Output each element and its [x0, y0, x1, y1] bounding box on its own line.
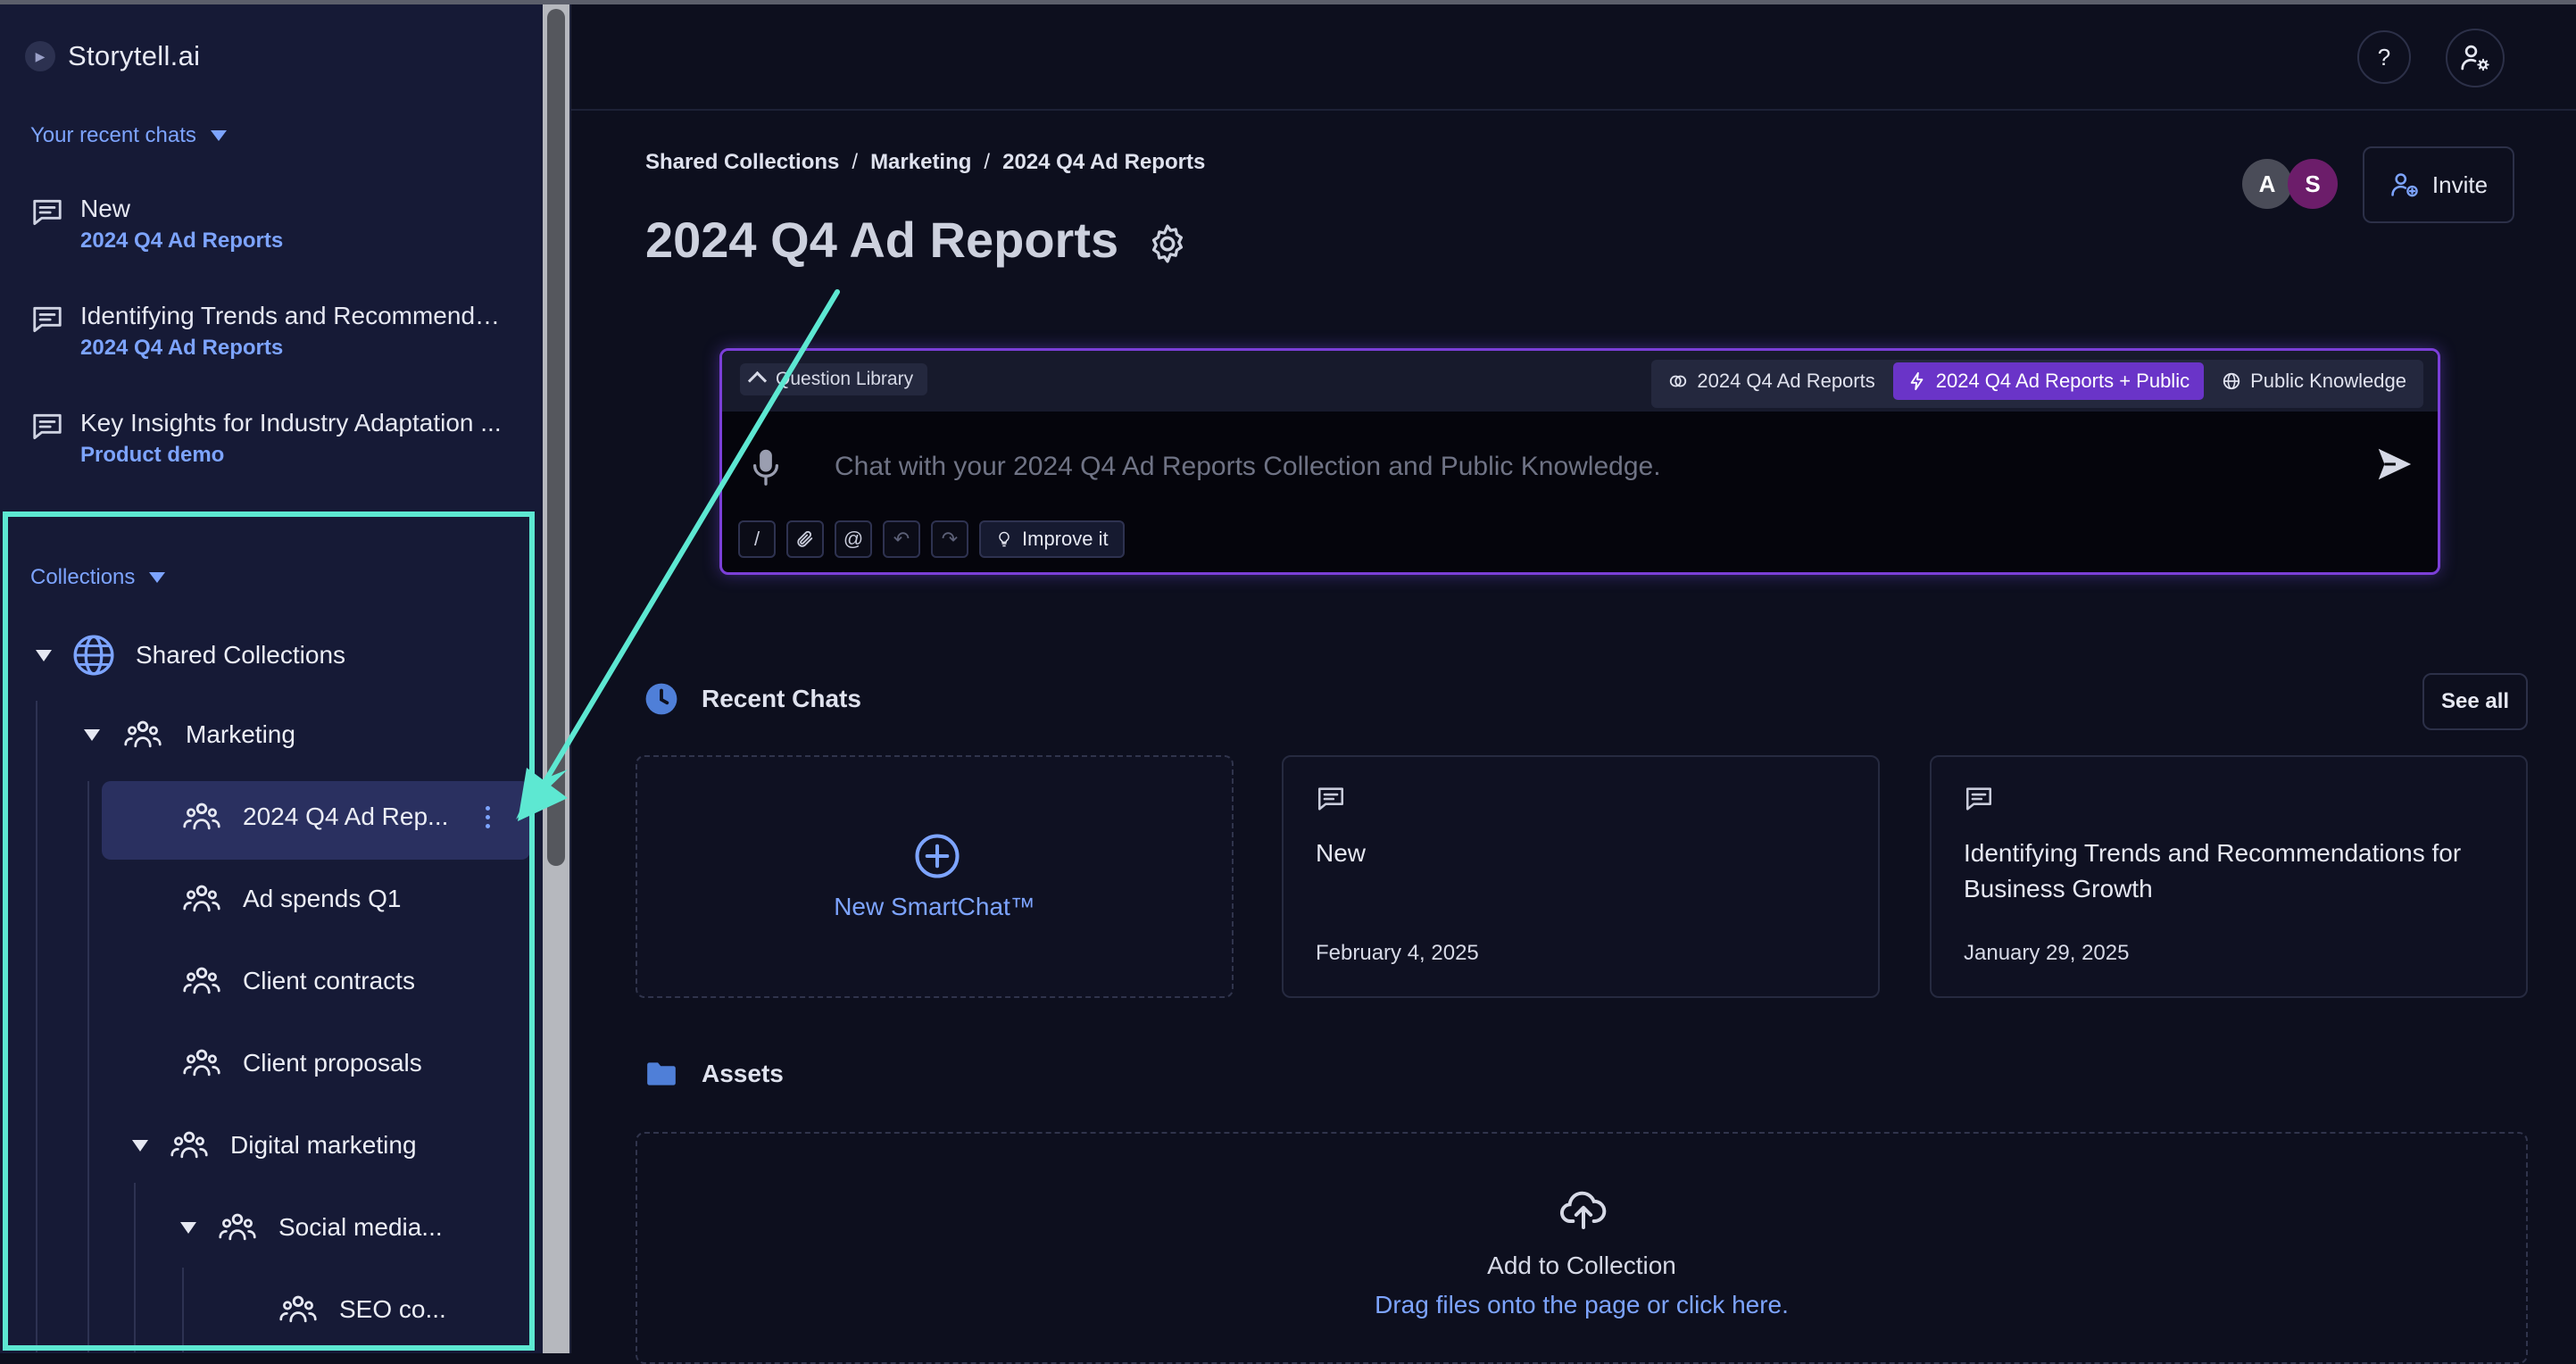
breadcrumb-separator: /: [852, 150, 859, 174]
breadcrumb-item[interactable]: Shared Collections: [645, 150, 839, 175]
account-settings-button[interactable]: [2446, 29, 2505, 87]
recent-chat-collection: 2024 Q4 Ad Reports: [80, 229, 284, 253]
asset-dropzone[interactable]: Add to Collection Drag files onto the pa…: [636, 1132, 2528, 1364]
member-avatar[interactable]: A: [2242, 159, 2292, 209]
folder-icon: [647, 1062, 676, 1085]
chat-composer-toolbar: Question Library 2024 Q4 Ad Reports 2024…: [722, 351, 2438, 412]
sidebar-recent-chat[interactable]: Identifying Trends and Recommenda... 202…: [30, 299, 512, 363]
at-icon: @: [843, 528, 864, 550]
recent-chats-heading: Recent Chats: [644, 682, 861, 716]
invite-button[interactable]: Invite: [2363, 146, 2514, 223]
undo-button[interactable]: ↶: [883, 520, 920, 558]
question-library-toggle[interactable]: Question Library: [740, 363, 928, 395]
breadcrumb: Shared Collections / Marketing / 2024 Q4…: [645, 150, 1205, 175]
slash-command-button[interactable]: /: [738, 520, 776, 558]
header-divider: [571, 109, 2576, 111]
sidebar-scrollbar-thumb[interactable]: [547, 9, 565, 866]
microphone-icon[interactable]: [751, 447, 781, 487]
scope-label: 2024 Q4 Ad Reports + Public: [1935, 370, 2190, 392]
improve-it-label: Improve it: [1022, 528, 1109, 550]
chat-scope-selector: 2024 Q4 Ad Reports 2024 Q4 Ad Reports + …: [1651, 360, 2423, 408]
collection-icon: [1670, 375, 1687, 387]
redo-icon: ↷: [941, 528, 959, 550]
plus-circle-icon: [915, 834, 960, 878]
chat-bubble-icon: [33, 306, 62, 333]
page-title: 2024 Q4 Ad Reports: [645, 212, 1119, 268]
undo-icon: ↶: [893, 528, 910, 550]
bolt-icon: [1910, 371, 1924, 391]
avatar-initial: S: [2305, 170, 2321, 197]
scope-option-collection-plus-public[interactable]: 2024 Q4 Ad Reports + Public: [1892, 362, 2205, 400]
send-icon[interactable]: [2373, 444, 2414, 485]
sidebar-recent-chat[interactable]: New 2024 Q4 Ad Reports: [30, 192, 512, 256]
globe-icon: [2223, 372, 2240, 390]
paperclip-icon: [797, 530, 813, 547]
app-name: Storytell.ai: [68, 40, 201, 71]
storytell-logo-icon: ▶: [25, 41, 55, 71]
chevron-up-icon: [747, 370, 768, 391]
chat-composer: Question Library 2024 Q4 Ad Reports 2024…: [719, 348, 2440, 575]
sidebar-recent-chat[interactable]: Key Insights for Industry Adaptation ...…: [30, 406, 512, 470]
recent-chat-card-title: Identifying Trends and Recommendations f…: [1964, 839, 2462, 902]
recent-chat-title: New: [80, 195, 131, 222]
breadcrumb-item-current[interactable]: 2024 Q4 Ad Reports: [1002, 150, 1205, 175]
recent-chats-toggle[interactable]: Your recent chats: [30, 123, 227, 148]
assets-heading: Assets: [644, 1057, 784, 1091]
attach-button[interactable]: [786, 520, 824, 558]
redo-button[interactable]: ↷: [931, 520, 968, 558]
recent-chat-card-date: January 29, 2025: [1964, 941, 2130, 965]
chat-bubble-icon: [33, 413, 62, 440]
see-all-label: See all: [2440, 689, 2510, 713]
dropzone-upload-link[interactable]: Drag files onto the page or click here.: [637, 1291, 2526, 1319]
caret-down-icon: [210, 130, 227, 141]
recent-chats-title: Recent Chats: [702, 685, 861, 712]
lightbulb-icon: [999, 531, 1010, 547]
recent-chat-collection: 2024 Q4 Ad Reports: [80, 336, 284, 360]
recent-chat-title: Key Insights for Industry Adaptation ...: [80, 409, 502, 437]
collections-highlight-frame: [3, 512, 535, 1351]
assets-title: Assets: [702, 1060, 784, 1087]
chat-bubble-icon: [33, 199, 62, 226]
recent-chat-card[interactable]: New February 4, 2025: [1282, 755, 1880, 998]
help-label: ?: [2377, 43, 2391, 71]
collection-settings-gear-icon[interactable]: [1145, 221, 1190, 266]
chat-bubble-icon: [1317, 787, 1344, 811]
sidebar-divider: [569, 4, 571, 1353]
recent-chat-card-date: February 4, 2025: [1316, 941, 1479, 965]
new-smartchat-label: New SmartChat™: [834, 893, 1035, 920]
app-logo[interactable]: ▶ Storytell.ai: [25, 40, 200, 72]
clock-icon: [645, 683, 677, 715]
recent-chat-title: Identifying Trends and Recommenda...: [80, 302, 509, 329]
breadcrumb-separator: /: [984, 150, 991, 174]
breadcrumb-item[interactable]: Marketing: [870, 150, 971, 175]
recent-chat-card-title: New: [1316, 839, 1367, 867]
composer-tools: / @ ↶ ↷ Improve it: [738, 520, 1125, 558]
user-gear-icon: [2461, 45, 2489, 71]
scope-option-collection[interactable]: 2024 Q4 Ad Reports: [1654, 362, 1889, 400]
recent-chats-toggle-label: Your recent chats: [30, 123, 196, 147]
cloud-upload-icon: [1559, 1191, 1607, 1229]
dropzone-title: Add to Collection: [1487, 1252, 1676, 1279]
scope-option-public-knowledge[interactable]: Public Knowledge: [2207, 362, 2421, 400]
improve-it-button[interactable]: Improve it: [979, 520, 1125, 558]
recent-chat-collection: Product demo: [80, 443, 225, 467]
avatar-initial: A: [2258, 170, 2276, 197]
user-plus-icon: [2391, 173, 2418, 197]
slash-icon: /: [753, 528, 760, 550]
new-smartchat-card[interactable]: New SmartChat™: [636, 755, 1234, 998]
scope-label: Public Knowledge: [2250, 370, 2406, 392]
member-avatar[interactable]: S: [2288, 159, 2338, 209]
mention-button[interactable]: @: [835, 520, 872, 558]
recent-chat-card[interactable]: Identifying Trends and Recommendations f…: [1930, 755, 2528, 998]
scope-label: 2024 Q4 Ad Reports: [1697, 370, 1875, 392]
chat-input[interactable]: [833, 442, 2300, 492]
see-all-button[interactable]: See all: [2422, 673, 2528, 730]
help-button[interactable]: ?: [2357, 30, 2411, 84]
invite-label: Invite: [2431, 170, 2489, 198]
question-library-label: Question Library: [776, 369, 914, 389]
chat-bubble-icon: [1965, 787, 1992, 811]
